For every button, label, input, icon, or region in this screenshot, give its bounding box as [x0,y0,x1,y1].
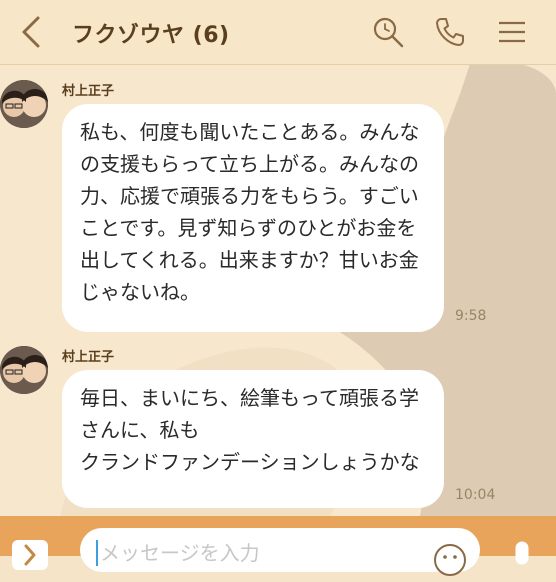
avatar[interactable] [0,346,48,394]
chat-header: フクゾウヤ (6) [0,0,556,65]
microphone-icon[interactable] [510,540,534,574]
message-bubble[interactable]: 毎日、まいにち、絵筆もって頑張る学さんに、私も クランドファンデーションしょうか… [62,370,444,508]
sender-name: 村上正子 [62,350,115,365]
search-icon[interactable] [372,16,404,48]
sender-name: 村上正子 [62,84,115,99]
message-time: 10:04 [455,487,496,503]
message-bubble[interactable]: 私も、何度も聞いたことある。みんなの支援もらって立ち上がる。みんなの力、応援で頑… [62,104,444,332]
expand-button[interactable] [12,540,48,570]
phone-icon[interactable] [434,16,466,48]
menu-icon[interactable] [496,16,528,48]
message-input[interactable] [98,538,422,568]
chat-title: フクゾウヤ (6) [72,23,230,48]
message-field[interactable] [80,528,480,572]
avatar[interactable] [0,80,48,128]
message-input-bar [0,516,556,576]
message-time: 9:58 [455,308,487,324]
back-icon[interactable] [18,14,48,50]
emoji-icon[interactable] [432,542,468,578]
